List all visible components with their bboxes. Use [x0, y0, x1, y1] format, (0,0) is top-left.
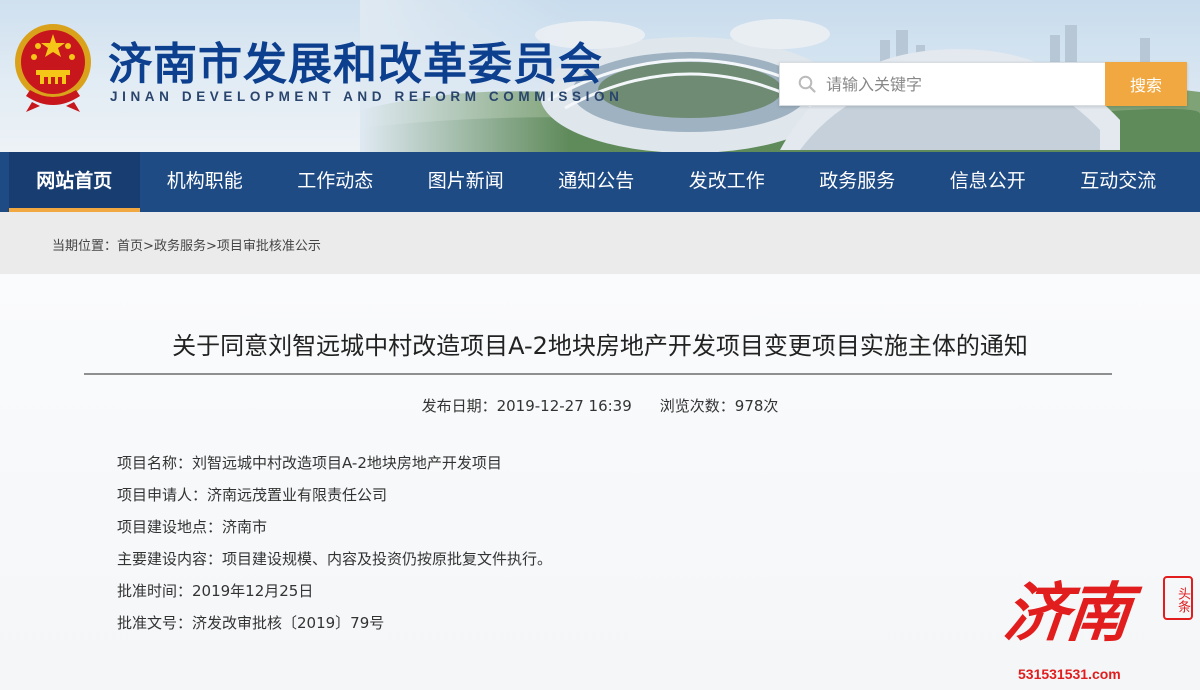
site-title: 济南市发展和改革委员会	[108, 39, 603, 90]
nav-item-reform-work[interactable]: 发改工作	[662, 152, 793, 212]
breadcrumb-item-home[interactable]: 首页	[117, 239, 143, 254]
nav-item-work-news[interactable]: 工作动态	[270, 152, 401, 212]
national-emblem-icon	[15, 24, 91, 112]
nav-item-info-disclosure[interactable]: 信息公开	[923, 152, 1054, 212]
title-divider	[84, 373, 1112, 375]
search-icon	[798, 75, 816, 93]
nav-item-interaction[interactable]: 互动交流	[1053, 152, 1184, 212]
approval-date-line: 批准时间：2019年12月25日	[117, 582, 314, 600]
breadcrumb-prefix: 当期位置：	[52, 239, 118, 254]
publish-date-label: 发布日期：	[421, 397, 497, 415]
main-nav: 网站首页 机构职能 工作动态 图片新闻 通知公告 发改工作 政务服务 信息公开 …	[0, 152, 1200, 212]
breadcrumb-separator: >	[143, 239, 154, 254]
nav-item-gov-services[interactable]: 政务服务	[792, 152, 923, 212]
breadcrumb: 当期位置：首页>政务服务>项目审批核准公示	[52, 235, 321, 254]
site-subtitle: JINAN DEVELOPMENT AND REFORM COMMISSION	[110, 89, 624, 104]
view-count: 978次	[734, 397, 779, 415]
nav-item-functions[interactable]: 机构职能	[140, 152, 271, 212]
breadcrumb-bar: 当期位置：首页>政务服务>项目审批核准公示	[0, 212, 1200, 274]
article-meta: 发布日期：2019-12-27 16:39 浏览次数：978次	[0, 395, 1200, 416]
watermark-text: 济南	[1000, 576, 1133, 651]
search-field	[779, 62, 1105, 106]
project-location-line: 项目建设地点：济南市	[117, 518, 268, 536]
project-content-line: 主要建设内容：项目建设规模、内容及投资仍按原批复文件执行。	[117, 550, 553, 568]
site-header: 济南市发展和改革委员会 JINAN DEVELOPMENT AND REFORM…	[0, 0, 1200, 152]
project-name-line: 项目名称：刘智远城中村改造项目A-2地块房地产开发项目	[117, 454, 502, 472]
article-title: 关于同意刘智远城中村改造项目A-2地块房地产开发项目变更项目实施主体的通知	[172, 332, 1028, 360]
breadcrumb-item-gov-services[interactable]: 政务服务	[154, 239, 206, 254]
search-box: 搜索	[779, 62, 1187, 106]
article-body: 项目名称：刘智远城中村改造项目A-2地块房地产开发项目 项目申请人：济南远茂置业…	[117, 452, 552, 644]
nav-item-home[interactable]: 网站首页	[9, 152, 140, 212]
breadcrumb-item-project-approval[interactable]: 项目审批核准公示	[217, 239, 321, 254]
publish-date: 2019-12-27 16:39	[496, 397, 632, 415]
nav-item-notices[interactable]: 通知公告	[531, 152, 662, 212]
watermark-seal: 头条	[1163, 576, 1193, 620]
breadcrumb-separator: >	[205, 239, 217, 254]
search-button[interactable]: 搜索	[1105, 62, 1187, 106]
approval-number-line: 批准文号：济发改审批核〔2019〕79号	[117, 614, 385, 632]
watermark-url: 531531531.com	[1018, 666, 1121, 682]
view-count-label: 浏览次数：	[659, 397, 735, 415]
project-applicant-line: 项目申请人：济南远茂置业有限责任公司	[117, 486, 388, 504]
watermark-logo: 济南 头条 531531531.com	[1000, 562, 1195, 687]
nav-item-photo-news[interactable]: 图片新闻	[401, 152, 532, 212]
search-input[interactable]	[826, 64, 1096, 104]
